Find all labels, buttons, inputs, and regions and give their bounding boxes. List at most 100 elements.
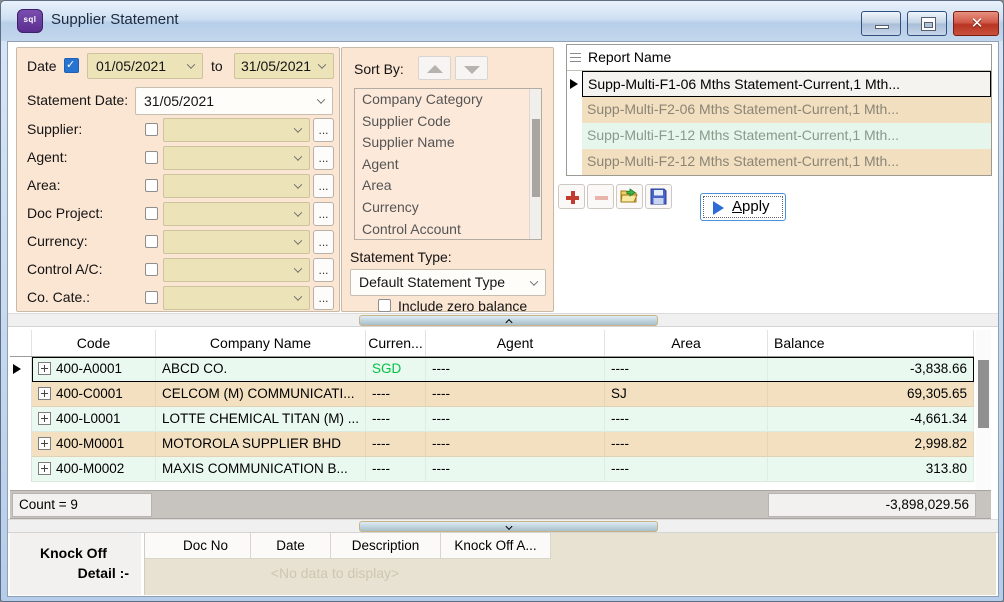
- maximize-button[interactable]: [907, 11, 947, 36]
- filter-checkbox[interactable]: [145, 123, 158, 136]
- sort-move-down-button[interactable]: [455, 56, 488, 80]
- expand-icon[interactable]: [38, 437, 51, 450]
- filter-dropdown[interactable]: [163, 286, 310, 310]
- company-cell: LOTTE CHEMICAL TITAN (M) ...: [156, 407, 366, 432]
- filter-checkbox[interactable]: [145, 291, 158, 304]
- ko-column-header-knockoffa[interactable]: Knock Off A...: [441, 533, 551, 559]
- row-indicator: [567, 71, 582, 97]
- filter-panel: Date 01/05/2021 to 31/05/2021 Statement …: [16, 47, 340, 312]
- statement-type-dropdown[interactable]: Default Statement Type: [350, 269, 546, 296]
- open-report-button[interactable]: [616, 184, 643, 209]
- filter-dropdown[interactable]: [163, 230, 310, 254]
- grid-options-cell[interactable]: [145, 533, 161, 559]
- ellipsis-button[interactable]: ...: [313, 146, 334, 170]
- sort-item[interactable]: Control Account: [355, 219, 529, 240]
- sort-move-up-button[interactable]: [418, 56, 451, 80]
- column-header-code[interactable]: Code: [32, 330, 156, 356]
- area-cell: ----: [605, 357, 768, 382]
- scrollbar-thumb[interactable]: [978, 360, 989, 428]
- knock-off-label-line2: Detail :-: [78, 565, 129, 581]
- table-row[interactable]: 400-C0001CELCOM (M) COMMUNICATI...------…: [10, 382, 974, 407]
- column-header-area[interactable]: Area: [605, 330, 768, 356]
- scrollbar-thumb[interactable]: [532, 119, 540, 197]
- ellipsis-button[interactable]: ...: [313, 118, 334, 142]
- expand-icon[interactable]: [38, 412, 51, 425]
- filter-dropdown[interactable]: [163, 146, 310, 170]
- ellipsis-button[interactable]: ...: [313, 174, 334, 198]
- sort-item[interactable]: Area: [355, 175, 529, 197]
- sort-list-scrollbar[interactable]: [529, 89, 541, 239]
- title-bar: sql Supplier Statement ✕: [1, 1, 1003, 41]
- report-row[interactable]: Supp-Multi-F1-12 Mths Statement-Current,…: [567, 123, 991, 149]
- code-cell: 400-L0001: [32, 407, 156, 432]
- grid-options-cell[interactable]: [10, 330, 32, 356]
- date-to-dropdown[interactable]: 31/05/2021: [234, 53, 334, 79]
- expand-icon[interactable]: [38, 387, 51, 400]
- balance-cell: -4,661.34: [768, 407, 974, 432]
- report-row[interactable]: Supp-Multi-F2-06 Mths Statement-Current,…: [567, 97, 991, 123]
- collapse-down-handle[interactable]: [359, 521, 658, 532]
- expand-icon[interactable]: [38, 462, 51, 475]
- date-checkbox[interactable]: [64, 58, 79, 73]
- grid-footer: Count = 9 -3,898,029.56: [10, 490, 991, 519]
- ellipsis-button[interactable]: ...: [313, 202, 334, 226]
- row-count: Count = 9: [12, 493, 152, 517]
- column-header-companyname[interactable]: Company Name: [156, 330, 366, 356]
- grid-vertical-scrollbar[interactable]: [976, 330, 991, 490]
- collapse-up-handle[interactable]: [359, 315, 658, 326]
- filter-dropdown[interactable]: [163, 202, 310, 226]
- ko-column-header-date[interactable]: Date: [251, 533, 331, 559]
- filter-checkbox[interactable]: [145, 263, 158, 276]
- date-from-dropdown[interactable]: 01/05/2021: [87, 53, 203, 79]
- ellipsis-button[interactable]: ...: [313, 230, 334, 254]
- report-grid-header[interactable]: Report Name: [567, 45, 991, 71]
- table-row[interactable]: 400-M0002MAXIS COMMUNICATION B...-------…: [10, 457, 974, 482]
- filter-checkbox[interactable]: [145, 179, 158, 192]
- arrow-down-icon: [464, 66, 480, 74]
- filter-checkbox[interactable]: [145, 207, 158, 220]
- filter-row: Agent:...: [17, 146, 339, 170]
- report-row[interactable]: Supp-Multi-F2-12 Mths Statement-Current,…: [567, 149, 991, 175]
- minimize-button[interactable]: [861, 11, 901, 36]
- report-name-column-header[interactable]: Report Name: [583, 45, 671, 70]
- balance-cell: 2,998.82: [768, 432, 974, 457]
- save-report-button[interactable]: [645, 184, 672, 209]
- report-rows: Supp-Multi-F1-06 Mths Statement-Current,…: [567, 71, 991, 175]
- expand-icon[interactable]: [38, 362, 51, 375]
- chevron-down-icon: [294, 292, 302, 300]
- filter-dropdown[interactable]: [163, 118, 310, 142]
- column-header-agent[interactable]: Agent: [426, 330, 605, 356]
- area-cell: ----: [605, 407, 768, 432]
- sort-item[interactable]: Currency: [355, 197, 529, 219]
- filter-dropdown[interactable]: [163, 174, 310, 198]
- chevron-down-icon: [294, 208, 302, 216]
- delete-report-button[interactable]: [587, 184, 614, 209]
- knock-off-detail-label: Knock Off Detail :-: [10, 533, 141, 595]
- filter-checkbox[interactable]: [145, 235, 158, 248]
- table-row[interactable]: 400-M0001MOTOROLA SUPPLIER BHD----------…: [10, 432, 974, 457]
- filter-dropdown[interactable]: [163, 258, 310, 282]
- ellipsis-button[interactable]: ...: [313, 258, 334, 282]
- chevron-up-icon: [505, 318, 512, 325]
- filter-checkbox[interactable]: [145, 151, 158, 164]
- sort-item[interactable]: Supplier Code: [355, 111, 529, 133]
- column-header-curren[interactable]: Curren...: [366, 330, 426, 356]
- apply-button[interactable]: Apply: [700, 193, 786, 221]
- report-row[interactable]: Supp-Multi-F1-06 Mths Statement-Current,…: [567, 71, 991, 97]
- table-row[interactable]: 400-A0001ABCD CO.SGD---------3,838.66: [10, 357, 974, 382]
- ko-column-header-docno[interactable]: Doc No: [161, 533, 251, 559]
- sort-item[interactable]: Supplier Name: [355, 132, 529, 154]
- add-report-button[interactable]: [558, 184, 585, 209]
- ellipsis-button[interactable]: ...: [313, 286, 334, 310]
- play-icon: [713, 201, 724, 215]
- column-header-balance[interactable]: Balance: [768, 330, 974, 356]
- sort-item[interactable]: Agent: [355, 154, 529, 176]
- row-indicator: [10, 407, 32, 432]
- statement-date-dropdown[interactable]: 31/05/2021: [135, 87, 333, 115]
- ko-column-header-description[interactable]: Description: [331, 533, 441, 559]
- table-row[interactable]: 400-L0001LOTTE CHEMICAL TITAN (M) ... ---…: [10, 407, 974, 432]
- include-zero-balance-checkbox[interactable]: [378, 299, 391, 312]
- grid-options-icon[interactable]: [570, 53, 581, 62]
- sort-item[interactable]: Company Category: [355, 89, 529, 111]
- close-button[interactable]: ✕: [953, 11, 999, 36]
